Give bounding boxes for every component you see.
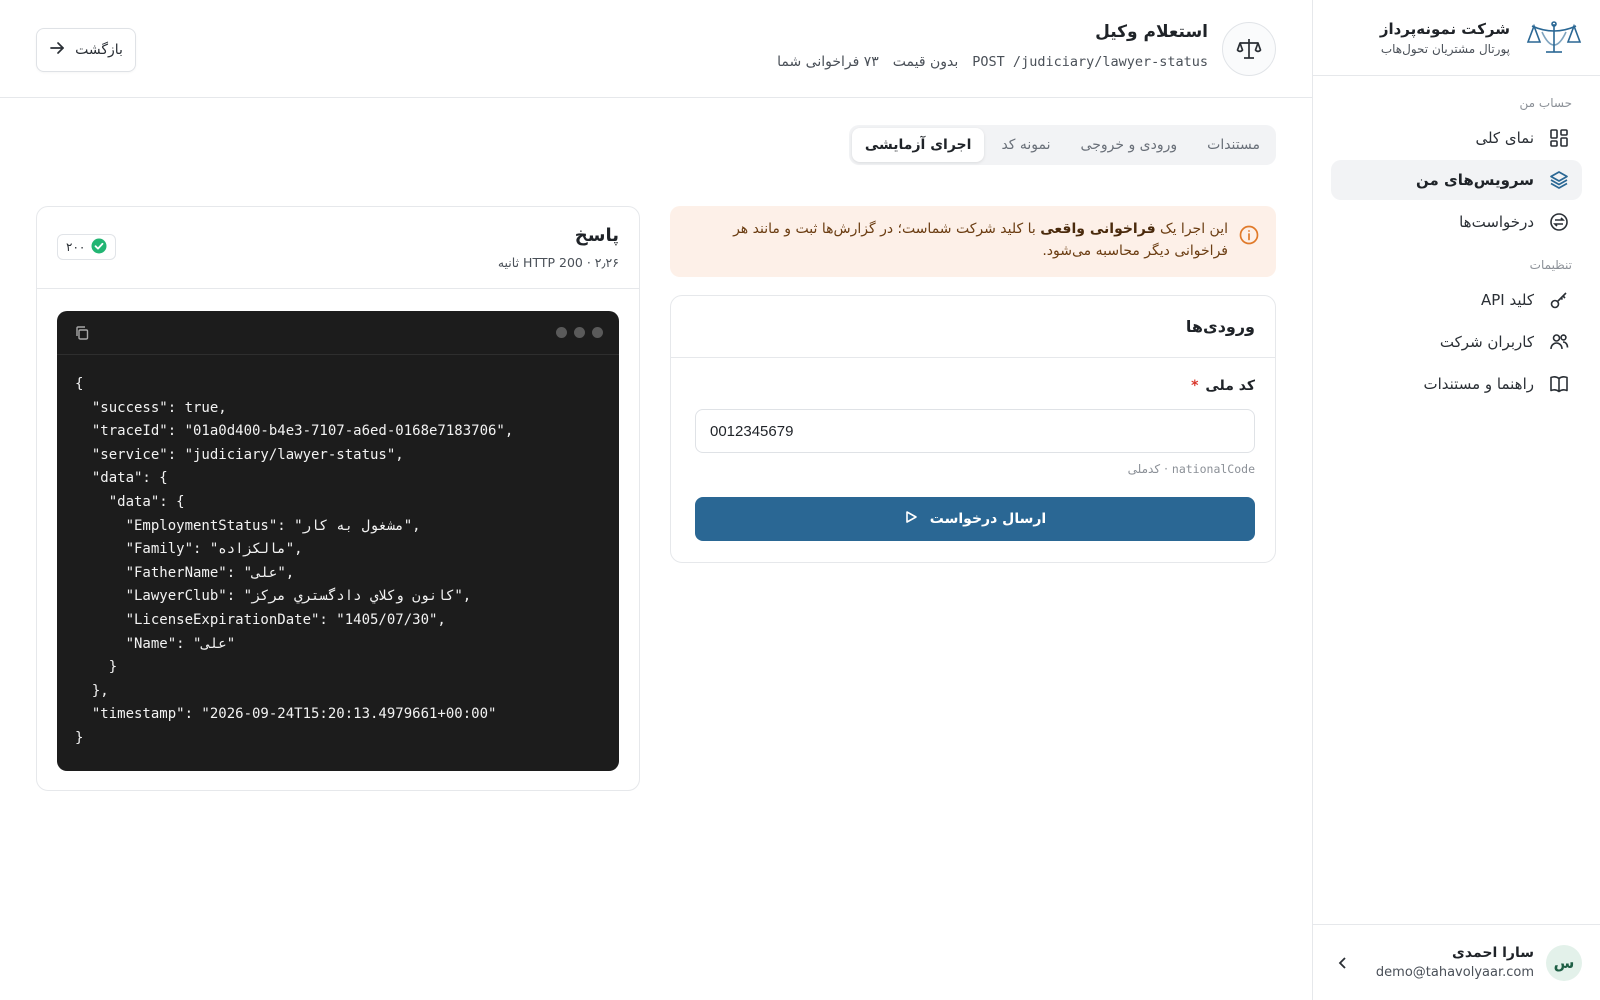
sidebar-item-label: کلید API	[1480, 291, 1534, 309]
brand-name: شرکت نمونه‌پرداز	[1379, 19, 1510, 38]
sidebar-item-api-key[interactable]: کلید API	[1331, 280, 1582, 320]
alert-text: این اجرا یک فراخوانی واقعی با کلید شرکت …	[733, 221, 1228, 259]
scales-icon	[1222, 22, 1276, 76]
tab-bar: مستندات ورودی و خروجی نمونه کد اجرای آزم…	[848, 125, 1276, 165]
window-dot	[556, 327, 567, 338]
national-code-label: کد ملی *	[1191, 378, 1255, 394]
response-meta: HTTP 200 · ۲٫۲۶ ثانیه	[497, 255, 619, 270]
key-icon	[1548, 289, 1570, 311]
sidebar-item-overview[interactable]: نمای کلی	[1331, 118, 1582, 158]
inputs-card: ورودی‌ها کد ملی * nationalCode · کدملی ا…	[670, 295, 1276, 563]
tab-test-run[interactable]: اجرای آزمایشی	[851, 128, 985, 162]
sidebar-item-label: سرویس‌های من	[1415, 171, 1534, 189]
sidebar-item-company-users[interactable]: کاربران شرکت	[1331, 322, 1582, 362]
alert-emphasis: فراخوانی واقعی	[1040, 221, 1156, 237]
chevron-left-icon[interactable]	[1333, 953, 1353, 973]
national-code-input[interactable]	[695, 409, 1255, 453]
sidebar-item-label: راهنما و مستندات	[1423, 375, 1534, 393]
layers-icon	[1548, 169, 1570, 191]
window-dots	[556, 327, 603, 338]
sidebar: شرکت نمونه‌پرداز پورتال مشتریان تحول‌هاب…	[1312, 0, 1600, 1000]
arrow-right-icon	[49, 40, 65, 60]
price-label: بدون قیمت	[892, 54, 959, 70]
response-json: { "success": true, "traceId": "01a0d400-…	[75, 376, 514, 746]
copy-icon[interactable]	[73, 324, 91, 342]
endpoint-label: POST /judiciary/lawyer-status	[972, 54, 1208, 70]
back-button[interactable]: بازگشت	[36, 28, 136, 72]
tab-docs[interactable]: مستندات	[1194, 128, 1273, 162]
status-code: ۲۰۰	[66, 240, 86, 254]
back-label: بازگشت	[75, 42, 123, 58]
field-hint: nationalCode · کدملی	[1127, 462, 1255, 476]
users-icon	[1548, 331, 1570, 353]
sidebar-item-docs[interactable]: راهنما و مستندات	[1331, 364, 1582, 404]
response-code-block: { "success": true, "traceId": "01a0d400-…	[57, 311, 619, 771]
sidebar-item-label: درخواست‌ها	[1459, 213, 1534, 231]
exchange-icon	[1548, 211, 1570, 233]
nav-section-account: حساب من	[1519, 96, 1572, 110]
tab-sample-code[interactable]: نمونه کد	[988, 128, 1063, 162]
scales-logo-icon	[1524, 18, 1584, 58]
avatar: س	[1546, 944, 1582, 981]
response-title: پاسخ	[574, 225, 619, 246]
window-dot	[592, 327, 603, 338]
sidebar-item-label: کاربران شرکت	[1439, 333, 1534, 351]
live-call-alert: این اجرا یک فراخوانی واقعی با کلید شرکت …	[670, 206, 1276, 277]
main-content: استعلام وکیل POST /judiciary/lawyer-stat…	[0, 0, 1312, 1000]
user-email: demo@tahavolyaar.com	[1375, 965, 1534, 980]
info-icon	[1238, 224, 1260, 246]
page-header: استعلام وکیل POST /judiciary/lawyer-stat…	[0, 0, 1312, 98]
tab-io[interactable]: ورودی و خروجی	[1068, 128, 1191, 162]
grid-icon	[1548, 127, 1570, 149]
user-name: سارا احمدی	[1452, 945, 1534, 961]
brand[interactable]: شرکت نمونه‌پرداز پورتال مشتریان تحول‌هاب	[1313, 0, 1600, 76]
sidebar-item-my-services[interactable]: سرویس‌های من	[1331, 160, 1582, 200]
calls-count: ۷۳ فراخوانی شما	[777, 54, 879, 70]
status-badge: ۲۰۰	[57, 234, 117, 260]
book-icon	[1548, 373, 1570, 395]
response-card: پاسخ HTTP 200 · ۲٫۲۶ ثانیه ۲۰۰ {"succes…	[36, 206, 640, 791]
service-meta: POST /judiciary/lawyer-status بدون قیمت …	[777, 54, 1208, 70]
brand-subtitle: پورتال مشتریان تحول‌هاب	[1380, 41, 1510, 56]
page-title: استعلام وکیل	[1095, 22, 1208, 42]
send-label: ارسال درخواست	[929, 511, 1047, 527]
send-request-button[interactable]: ارسال درخواست	[695, 497, 1255, 541]
sidebar-item-label: نمای کلی	[1475, 129, 1534, 147]
inputs-title: ورودی‌ها	[671, 296, 1275, 358]
nav-section-settings: تنظیمات	[1529, 258, 1572, 272]
user-menu[interactable]: س سارا احمدی demo@tahavolyaar.com	[1313, 924, 1600, 1000]
required-mark: *	[1191, 378, 1199, 394]
window-dot	[574, 327, 585, 338]
play-icon	[904, 510, 918, 528]
check-circle-icon	[91, 238, 107, 257]
sidebar-item-requests[interactable]: درخواست‌ها	[1331, 202, 1582, 242]
